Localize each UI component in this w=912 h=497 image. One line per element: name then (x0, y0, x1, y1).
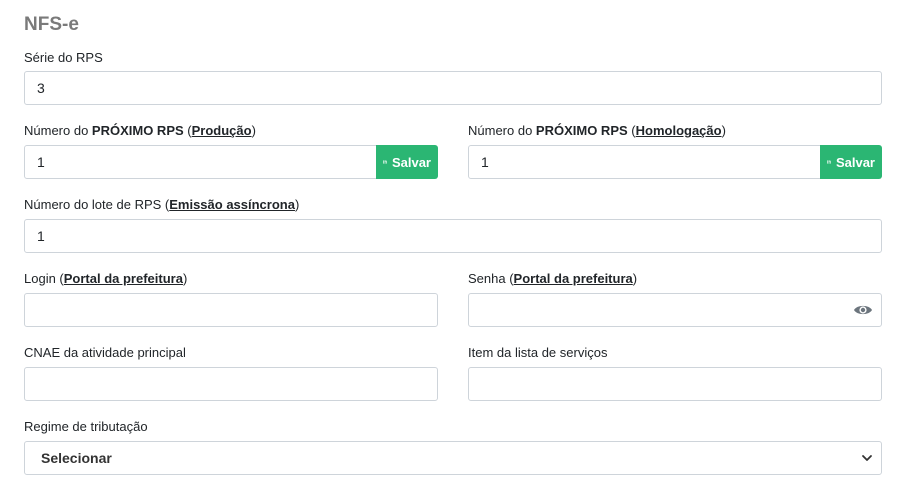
section-title: NFS-e (24, 14, 79, 35)
serie-input[interactable]: 3 (24, 71, 882, 105)
save-producao-label: Salvar (391, 154, 431, 170)
regime-selected-value: Selecionar (41, 450, 112, 466)
lote-label: Número do lote de RPS (Emissão assíncron… (24, 197, 300, 212)
emissao-assincrona-link[interactable]: Emissão assíncrona (169, 197, 295, 212)
proximo-homologacao-input[interactable]: 1 (468, 145, 821, 179)
item-servicos-input[interactable] (468, 367, 882, 401)
regime-select[interactable]: Selecionar (24, 441, 882, 475)
save-icon (827, 160, 831, 164)
login-portal-link[interactable]: Portal da prefeitura (64, 271, 183, 286)
eye-icon[interactable] (853, 303, 873, 317)
homologacao-link[interactable]: Homologação (636, 123, 722, 138)
save-producao-button[interactable]: Salvar (376, 145, 438, 179)
cnae-input[interactable] (24, 367, 438, 401)
chevron-down-icon (862, 455, 872, 461)
save-homologacao-label: Salvar (835, 154, 875, 170)
lote-input[interactable]: 1 (24, 219, 882, 253)
save-homologacao-button[interactable]: Salvar (820, 145, 882, 179)
save-icon (383, 160, 387, 164)
cnae-label: CNAE da atividade principal (24, 345, 186, 360)
proximo-producao-label: Número do PRÓXIMO RPS (Produção) (24, 123, 256, 138)
senha-input[interactable] (468, 293, 882, 327)
senha-label: Senha (Portal da prefeitura) (468, 271, 638, 286)
senha-portal-link[interactable]: Portal da prefeitura (514, 271, 633, 286)
regime-label: Regime de tributação (24, 419, 148, 434)
login-label: Login (Portal da prefeitura) (24, 271, 188, 286)
serie-label: Série do RPS (24, 50, 103, 65)
producao-link[interactable]: Produção (192, 123, 252, 138)
login-input[interactable] (24, 293, 438, 327)
proximo-homologacao-label: Número do PRÓXIMO RPS (Homologação) (468, 123, 726, 138)
item-servicos-label: Item da lista de serviços (468, 345, 608, 360)
proximo-producao-input[interactable]: 1 (24, 145, 377, 179)
